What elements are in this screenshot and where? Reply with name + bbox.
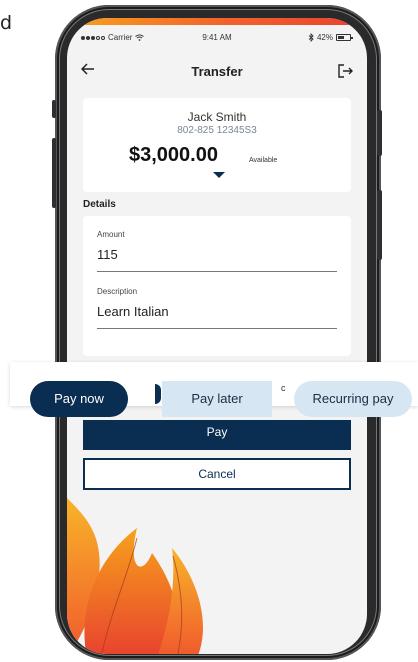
phone-screen: Carrier 9:41 AM 42% Transfer Jack Smith …: [67, 18, 367, 654]
battery-percent: 42%: [316, 33, 333, 42]
pay-now-option[interactable]: Pay now: [30, 381, 128, 417]
pay-button[interactable]: Pay: [83, 420, 351, 450]
caret-down-icon[interactable]: [213, 172, 225, 178]
amount-field[interactable]: 115: [97, 247, 118, 262]
battery-icon: [336, 34, 353, 41]
balance-available-label: Available: [249, 157, 278, 164]
cropped-text-fragment: d: [0, 12, 13, 34]
pay-later-option[interactable]: Pay later: [162, 381, 272, 417]
volume-button: [52, 138, 56, 208]
recurring-pay-option[interactable]: Recurring pay: [294, 381, 412, 417]
status-bar: Carrier 9:41 AM 42%: [67, 31, 367, 45]
nav-header: Transfer: [67, 62, 367, 86]
brand-gradient-bar: [67, 18, 367, 25]
description-underline: [97, 328, 337, 329]
hidden-option-fragment: c: [281, 383, 286, 393]
logout-icon[interactable]: [337, 63, 353, 79]
account-balance: $3,000.00: [129, 144, 218, 166]
page-title: Transfer: [191, 64, 243, 79]
amount-underline: [97, 271, 337, 272]
mute-switch: [52, 100, 56, 118]
power-button: [377, 110, 382, 156]
amount-label: Amount: [97, 230, 125, 239]
details-form: Amount 115 Description Learn Italian: [83, 216, 351, 356]
description-label: Description: [97, 287, 138, 296]
side-button: [377, 190, 382, 260]
hidden-option-edge: [155, 384, 161, 404]
account-number: 802-825 12345S3: [177, 125, 257, 136]
bluetooth-icon: [308, 33, 314, 42]
cancel-button[interactable]: Cancel: [83, 458, 351, 490]
description-field[interactable]: Learn Italian: [97, 304, 169, 319]
account-name: Jack Smith: [187, 110, 247, 124]
details-heading: Details: [83, 199, 116, 210]
